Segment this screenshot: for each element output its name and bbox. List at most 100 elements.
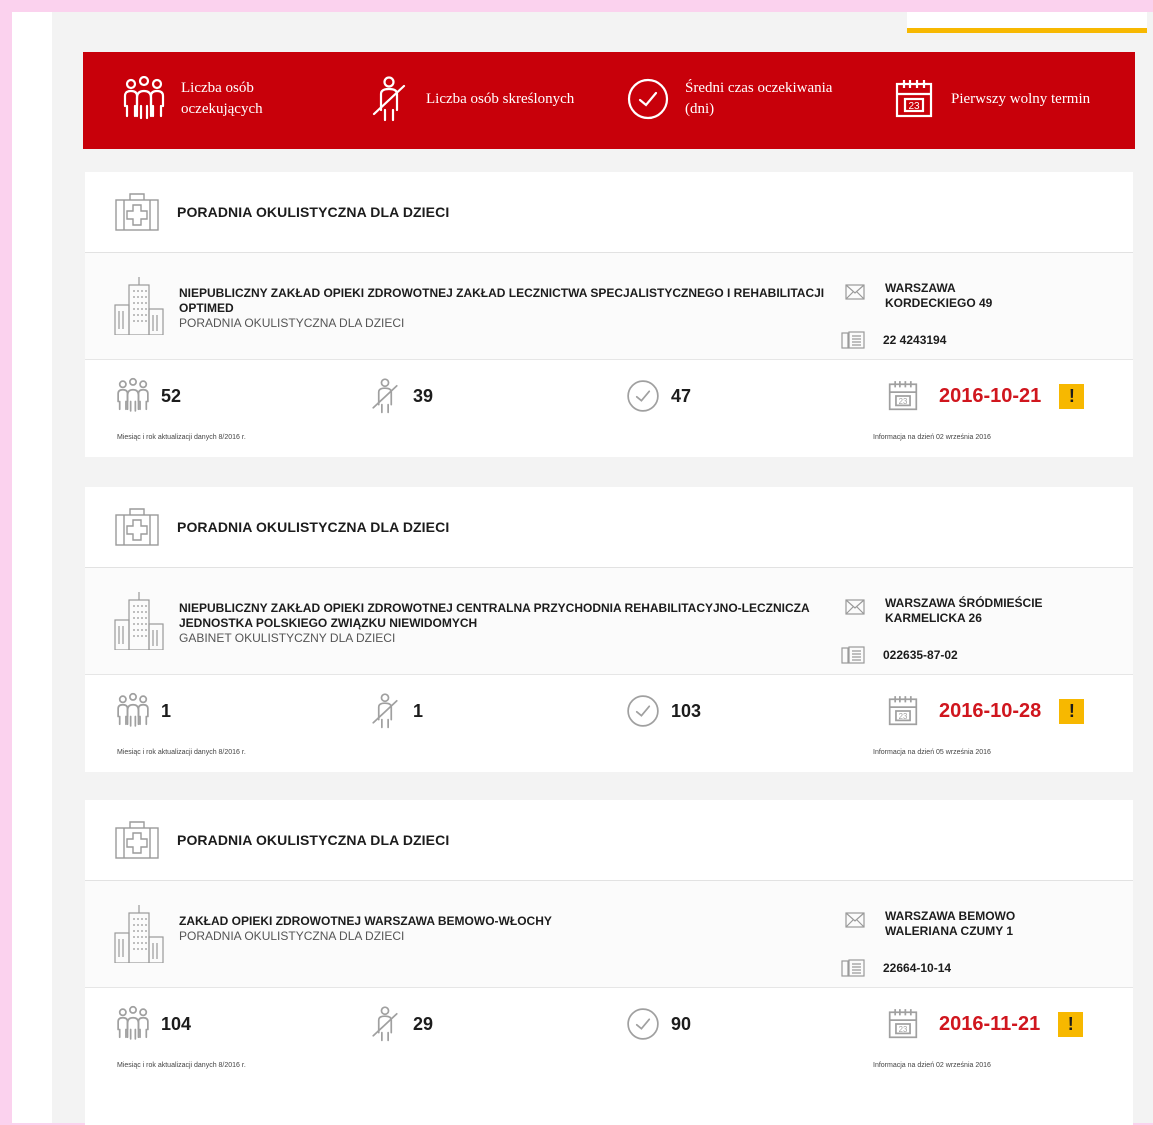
- stat-first-date: 2016-10-21 !: [885, 376, 1085, 416]
- legend-bar: Liczba osób oczekujących Liczba osób skr…: [83, 52, 1135, 149]
- people-waiting-icon: [121, 76, 167, 122]
- result-card[interactable]: PORADNIA OKULISTYCZNA DLA DZIECI NIEPUBL…: [85, 487, 1133, 772]
- legend-item-first-date: Pierwszy wolny termin: [891, 76, 1090, 122]
- header-tab[interactable]: [907, 12, 1147, 33]
- person-removed-icon: [367, 691, 403, 731]
- building-icon: [113, 590, 165, 650]
- address: WARSZAWA KORDECKIEGO 49: [845, 281, 992, 311]
- medical-kit-icon: [113, 188, 161, 236]
- stats-row: 104 29 90 2016-11-21 ! Miesiąc i rok akt…: [85, 988, 1133, 1086]
- institution-label: ZAKŁAD OPIEKI ZDROWOTNEJ WARSZAWA BEMOWO…: [179, 914, 552, 928]
- institution-label: NIEPUBLICZNY ZAKŁAD OPIEKI ZDROWOTNEJ CE…: [179, 601, 810, 630]
- address: WARSZAWA BEMOWO WALERIANA CZUMY 1: [845, 909, 1015, 939]
- phone-icon: [841, 959, 865, 977]
- legend-label: Średni czas oczekiwania (dni): [685, 80, 833, 117]
- phone-number[interactable]: 22 4243194: [883, 333, 946, 347]
- calendar-icon: [885, 376, 921, 416]
- info-note: Informacja na dzień 02 września 2016: [873, 434, 991, 441]
- envelope-icon: [845, 284, 865, 300]
- address-city: WARSZAWA BEMOWO: [885, 909, 1016, 923]
- warning-badge[interactable]: !: [1059, 383, 1085, 409]
- stat-avg-time: 90: [625, 1004, 691, 1044]
- person-removed-icon: [366, 76, 412, 122]
- calendar-icon: [885, 1004, 921, 1044]
- waiting-count: 52: [161, 385, 182, 406]
- stat-waiting: 1: [115, 691, 171, 731]
- stat-removed: 29: [367, 1004, 433, 1044]
- stat-removed: 39: [367, 376, 433, 416]
- institution-label: NIEPUBLICZNY ZAKŁAD OPIEKI ZDROWOTNEJ ZA…: [179, 286, 825, 315]
- unit-name: PORADNIA OKULISTYCZNA DLA DZIECI: [179, 929, 405, 943]
- waiting-count: 1: [161, 700, 172, 721]
- institution-name: NIEPUBLICZNY ZAKŁAD OPIEKI ZDROWOTNEJ ZA…: [179, 286, 829, 331]
- legend-label: Liczba osób oczekujących: [181, 80, 263, 117]
- clinic-title[interactable]: PORADNIA OKULISTYCZNA DLA DZIECI: [177, 519, 449, 535]
- unit-name: GABINET OKULISTYCZNY DLA DZIECI: [179, 631, 396, 645]
- address-street: KORDECKIEGO 49: [885, 296, 993, 310]
- people-waiting-icon: [115, 1004, 151, 1044]
- stat-first-date: 2016-10-28 !: [885, 691, 1085, 731]
- phone-number[interactable]: 022635-87-02: [883, 648, 958, 662]
- avg-days: 103: [671, 700, 702, 721]
- avg-days: 47: [671, 385, 692, 406]
- institution-row: ZAKŁAD OPIEKI ZDROWOTNEJ WARSZAWA BEMOWO…: [85, 881, 1133, 988]
- stat-avg-time: 47: [625, 376, 691, 416]
- address-street: WALERIANA CZUMY 1: [885, 924, 1014, 938]
- building-icon: [113, 275, 165, 335]
- legend-item-removed: Liczba osób skreślonych: [366, 76, 574, 122]
- institution-row: NIEPUBLICZNY ZAKŁAD OPIEKI ZDROWOTNEJ CE…: [85, 568, 1133, 675]
- legend-item-waiting: Liczba osób oczekujących: [121, 76, 331, 122]
- result-card[interactable]: PORADNIA OKULISTYCZNA DLA DZIECI NIEPUBL…: [85, 172, 1133, 457]
- address-street: KARMELICKA 26: [885, 611, 982, 625]
- clinic-title[interactable]: PORADNIA OKULISTYCZNA DLA DZIECI: [177, 832, 449, 848]
- update-note: Miesiąc i rok aktualizacji danych 8/2016…: [117, 749, 246, 756]
- removed-count: 39: [413, 385, 434, 406]
- first-free-date: 2016-10-21: [939, 384, 1042, 407]
- first-free-date: 2016-11-21: [939, 1012, 1041, 1035]
- info-note: Informacja na dzień 02 września 2016: [873, 1062, 991, 1069]
- institution-row: NIEPUBLICZNY ZAKŁAD OPIEKI ZDROWOTNEJ ZA…: [85, 253, 1133, 360]
- warning-badge[interactable]: !: [1059, 698, 1085, 724]
- phone: 22 4243194: [841, 331, 946, 349]
- address-city: WARSZAWA: [885, 281, 956, 295]
- institution-name: NIEPUBLICZNY ZAKŁAD OPIEKI ZDROWOTNEJ CE…: [179, 601, 829, 646]
- phone: 022635-87-02: [841, 646, 958, 664]
- result-card[interactable]: PORADNIA OKULISTYCZNA DLA DZIECI ZAKŁAD …: [85, 800, 1133, 1085]
- left-gutter: [12, 12, 52, 1123]
- building-icon: [113, 903, 165, 963]
- stat-waiting: 104: [115, 1004, 191, 1044]
- result-card-partial[interactable]: [85, 1085, 1133, 1125]
- stat-waiting: 52: [115, 376, 181, 416]
- stats-row: 1 1 103 2016-10-28 ! Miesiąc i rok aktua…: [85, 675, 1133, 773]
- person-removed-icon: [367, 376, 403, 416]
- address-city: WARSZAWA ŚRÓDMIEŚCIE: [885, 596, 1043, 610]
- avg-days: 90: [671, 1013, 692, 1034]
- address: WARSZAWA ŚRÓDMIEŚCIE KARMELICKA 26: [845, 596, 1043, 626]
- person-removed-icon: [367, 1004, 403, 1044]
- institution-name: ZAKŁAD OPIEKI ZDROWOTNEJ WARSZAWA BEMOWO…: [179, 914, 829, 944]
- waiting-count: 104: [161, 1013, 192, 1034]
- unit-name: PORADNIA OKULISTYCZNA DLA DZIECI: [179, 316, 405, 330]
- phone-number[interactable]: 22664-10-14: [883, 961, 951, 975]
- stat-first-date: 2016-11-21 !: [885, 1004, 1084, 1044]
- removed-count: 1: [413, 700, 424, 721]
- removed-count: 29: [413, 1013, 434, 1034]
- stats-row: 52 39 47 2016-10-21 ! Miesiąc i rok aktu…: [85, 360, 1133, 458]
- phone-icon: [841, 331, 865, 349]
- clock-icon: [625, 376, 661, 416]
- warning-badge[interactable]: !: [1058, 1011, 1084, 1037]
- envelope-icon: [845, 912, 865, 928]
- card-header: PORADNIA OKULISTYCZNA DLA DZIECI: [85, 172, 1133, 253]
- update-note: Miesiąc i rok aktualizacji danych 8/2016…: [117, 1062, 246, 1069]
- medical-kit-icon: [113, 816, 161, 864]
- legend-item-avg-time: Średni czas oczekiwania (dni): [625, 76, 835, 122]
- calendar-icon: [891, 76, 937, 122]
- phone-icon: [841, 646, 865, 664]
- stat-removed: 1: [367, 691, 423, 731]
- clinic-title[interactable]: PORADNIA OKULISTYCZNA DLA DZIECI: [177, 204, 449, 220]
- legend-label: Pierwszy wolny termin: [951, 90, 1091, 107]
- people-waiting-icon: [115, 376, 151, 416]
- clock-icon: [625, 1004, 661, 1044]
- medical-kit-icon: [113, 503, 161, 551]
- legend-label: Liczba osób skreślonych: [426, 90, 575, 107]
